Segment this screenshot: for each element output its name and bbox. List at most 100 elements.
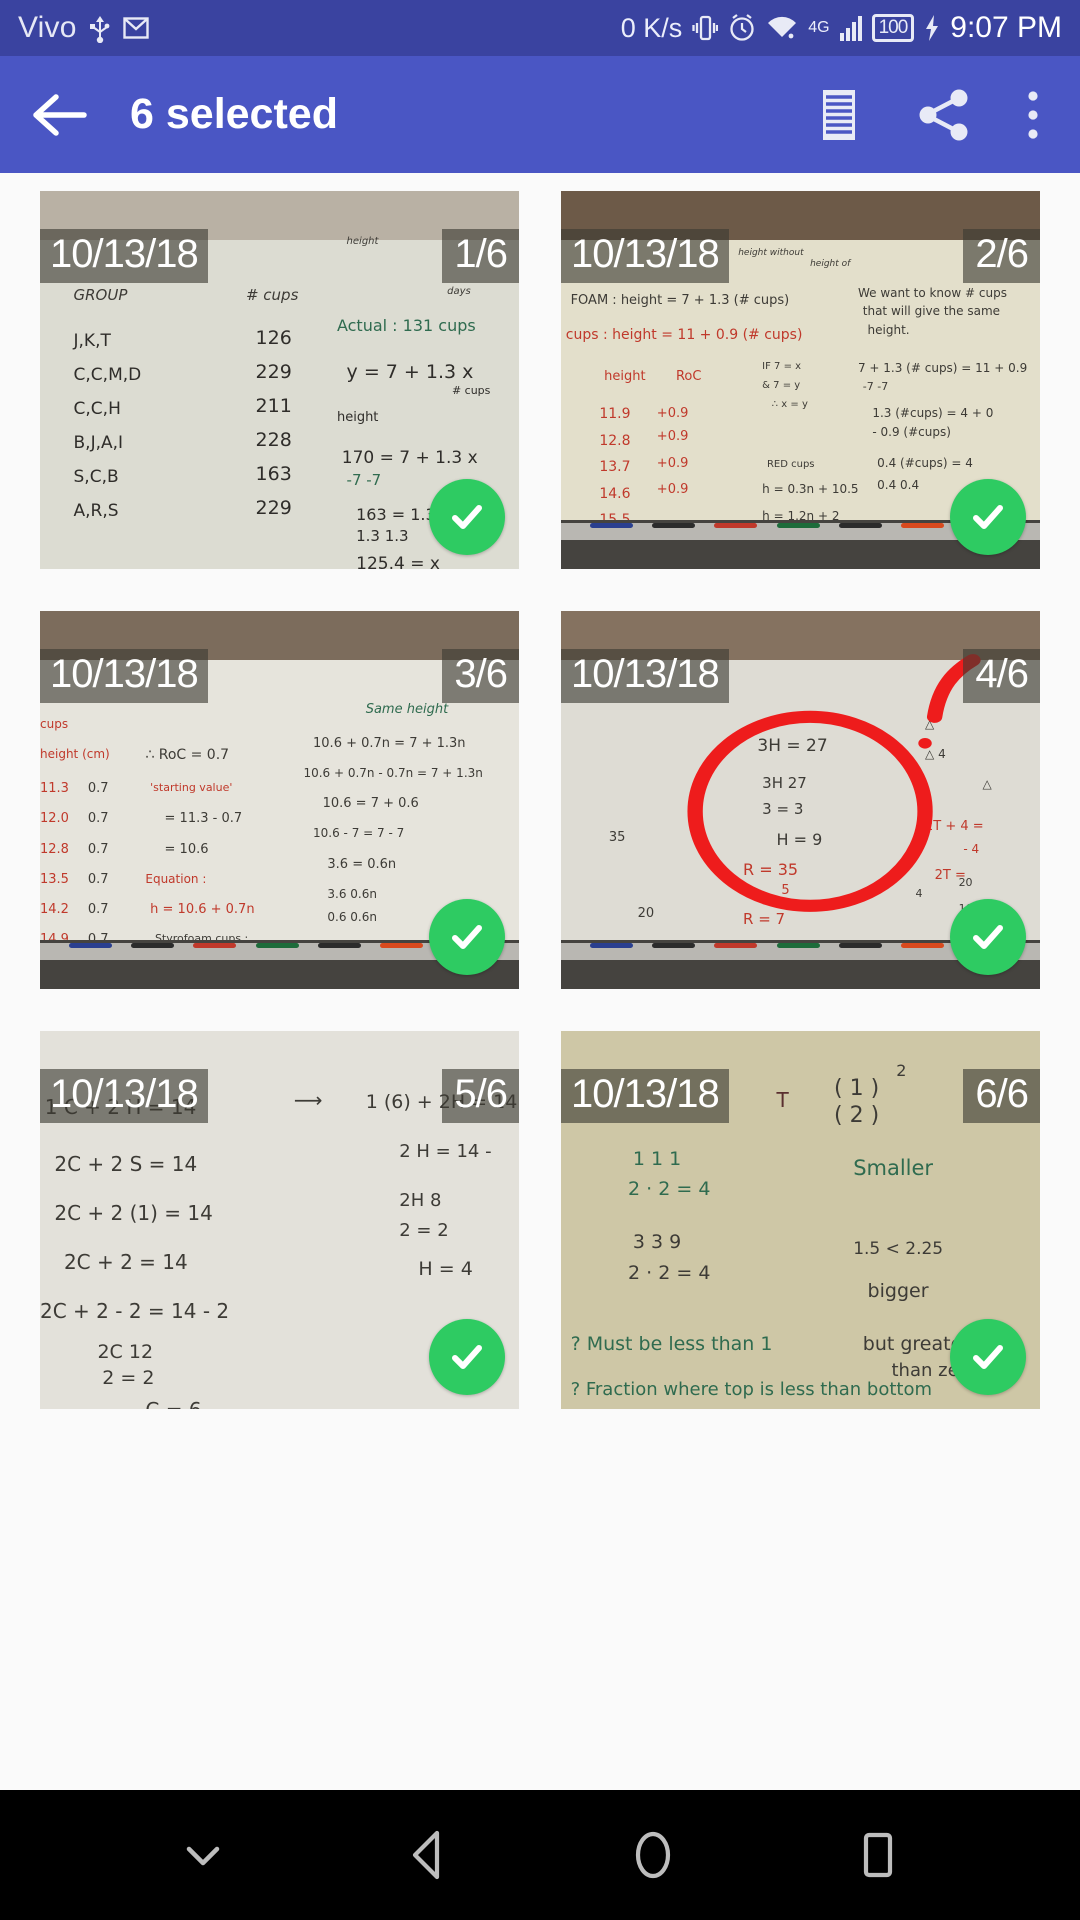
handwriting-note: ∴ RoC = 0.7 <box>145 747 230 764</box>
whiteboard-marker <box>776 523 820 528</box>
handwriting-note: Actual : 131 cups <box>336 315 476 335</box>
photo-thumbnail[interactable]: 1 C + 2 H = 14⟶1 (6) + 2H = 142C + 2 S =… <box>40 1031 519 1409</box>
overflow-menu-icon[interactable] <box>1024 87 1042 143</box>
handwriting-note: T <box>776 1087 789 1112</box>
handwriting-note: Smaller <box>853 1155 934 1180</box>
selection-check-icon[interactable] <box>429 479 505 555</box>
recents-nav-icon[interactable] <box>818 1795 938 1915</box>
handwriting-note: 0.7 <box>87 871 109 887</box>
handwriting-note: 10.6 - 7 = 7 - 7 <box>313 826 405 841</box>
status-bar-left: Vivo <box>18 11 149 45</box>
handwriting-note: 125.4 = x <box>356 553 440 569</box>
whiteboard-marker <box>714 523 758 528</box>
handwriting-note: 0.7 <box>87 841 109 857</box>
handwriting-note: C,C,H <box>73 398 121 419</box>
handwriting-note: 228 <box>255 429 292 452</box>
handwriting-note: 13.7 <box>599 459 631 476</box>
handwriting-note: 12.8 <box>40 841 69 857</box>
photo-thumbnail[interactable]: 35203H = 273H 27 3 = 3H = 9R = 355R = 74… <box>561 611 1040 989</box>
battery-level-label: 100 <box>878 17 909 38</box>
handwriting-note: h = 10.6 + 0.7n <box>150 902 255 918</box>
handwriting-note: 3.6 0.6n <box>327 886 377 901</box>
handwriting-note: GROUP <box>73 285 128 304</box>
handwriting-note: 0.7 <box>87 811 109 827</box>
handwriting-note: that will give the same <box>862 304 1001 319</box>
handwriting-note: height of <box>810 259 851 270</box>
photo-thumbnail[interactable]: cups height (cm) 11.3 0.7 12.0 0.7 12.8 0.7 13.5… <box>40 611 519 989</box>
photo-thumbnail[interactable]: height without height of FOAM : height = 7… <box>561 191 1040 569</box>
handwriting-note: 170 = 7 + 1.3 x <box>341 448 478 469</box>
handwriting-note: 229 <box>255 497 292 520</box>
whiteboard-marker <box>714 943 758 948</box>
handwriting-note: A,R,S <box>73 500 119 521</box>
back-nav-icon[interactable] <box>368 1795 488 1915</box>
app-bar-title: 6 selected <box>130 90 338 138</box>
photo-grid-item[interactable]: GROUP # cups J,K,T 126 C,C,M,D 229 C,C,H 211 B,J… <box>40 191 519 569</box>
system-navigation-bar <box>0 1790 1080 1920</box>
photo-date-label: 10/13/18 <box>561 1068 729 1123</box>
handwriting-note: +0.9 <box>656 482 689 498</box>
hide-keyboard-icon[interactable] <box>143 1795 263 1915</box>
handwriting-note: bigger <box>867 1280 929 1303</box>
whiteboard-marker <box>380 943 424 948</box>
handwriting-note: 14.6 <box>599 485 631 502</box>
handwriting-note: 7 + 1.3 (# cups) = 11 + 0.9 <box>857 361 1028 376</box>
share-icon[interactable] <box>916 87 972 143</box>
photo-date-label: 10/13/18 <box>40 228 208 283</box>
photo-grid-item[interactable]: 35203H = 273H 27 3 = 3H = 9R = 355R = 74… <box>561 611 1040 989</box>
handwriting-note: 163 <box>255 463 292 486</box>
handwriting-note: 2 H = 14 - <box>399 1140 492 1162</box>
photo-counter-label: 5/6 <box>442 1068 519 1123</box>
handwriting-note: cups : height = 11 + 0.9 (# cups) <box>565 327 803 344</box>
selection-check-icon[interactable] <box>950 479 1026 555</box>
handwriting-note: +0.9 <box>656 455 689 471</box>
whiteboard-marker <box>838 943 882 948</box>
handwriting-note: 2H 8 <box>399 1189 442 1211</box>
handwriting-note: ( 1 ) <box>834 1076 880 1102</box>
alarm-icon <box>728 13 756 43</box>
handwriting-note: 'starting value' <box>150 781 233 795</box>
back-arrow-icon[interactable] <box>30 92 88 138</box>
handwriting-note: ? Must be less than 1 <box>570 1333 773 1356</box>
photo-grid-item[interactable]: T ( 1 )( 2 ) 2 1 1 1 2 · 2 = 4 Smaller 3 3 9 2 … <box>561 1031 1040 1409</box>
handwriting-note: RoC <box>675 368 702 384</box>
whiteboard-marker <box>193 943 237 948</box>
selection-check-icon[interactable] <box>950 1319 1026 1395</box>
handwriting-note: height <box>346 236 379 248</box>
whiteboard-marker <box>901 943 945 948</box>
home-nav-icon[interactable] <box>593 1795 713 1915</box>
whiteboard-marker <box>901 523 945 528</box>
handwriting-note: 0.7 <box>87 902 109 918</box>
selection-check-icon[interactable] <box>950 899 1026 975</box>
whiteboard-marker <box>589 943 633 948</box>
list-view-icon[interactable] <box>814 87 864 143</box>
photo-thumbnail[interactable]: GROUP # cups J,K,T 126 C,C,M,D 229 C,C,H 211 B,J… <box>40 191 519 569</box>
handwriting-note: 126 <box>255 327 292 350</box>
network-speed-label: 0 K/s <box>620 12 683 43</box>
photo-counter-label: 6/6 <box>963 1068 1040 1123</box>
network-type-label: 4G <box>808 19 830 36</box>
handwriting-note: +0.9 <box>656 406 689 422</box>
handwriting-note: # cups <box>451 383 491 397</box>
handwriting-note: 1.3 (#cups) = 4 + 0 <box>872 406 994 421</box>
photo-grid-item[interactable]: 1 C + 2 H = 14⟶1 (6) + 2H = 142C + 2 S =… <box>40 1031 519 1409</box>
handwriting-note: Same height <box>365 701 449 717</box>
photo-date-label: 10/13/18 <box>40 648 208 703</box>
battery-indicator: 100 <box>871 14 915 42</box>
handwriting-note: 13.5 <box>40 871 69 887</box>
handwriting-note: ∴ x = y <box>771 398 808 410</box>
handwriting-note: 2C + 2 - 2 = 14 - 2 <box>40 1299 230 1324</box>
photo-grid: GROUP # cups J,K,T 126 C,C,M,D 229 C,C,H 211 B,J… <box>0 173 1080 1752</box>
photo-thumbnail[interactable]: T ( 1 )( 2 ) 2 1 1 1 2 · 2 = 4 Smaller 3 3 9 2 … <box>561 1031 1040 1409</box>
photo-grid-item[interactable]: height without height of FOAM : height = 7… <box>561 191 1040 569</box>
handwriting-note: 2 <box>896 1061 907 1081</box>
selection-check-icon[interactable] <box>429 1319 505 1395</box>
handwriting-note: +0.9 <box>656 429 689 445</box>
carrier-label: Vivo <box>18 11 77 44</box>
whiteboard-marker <box>131 943 175 948</box>
handwriting-note: 10.6 = 7 + 0.6 <box>322 796 419 812</box>
photo-grid-item[interactable]: cups height (cm) 11.3 0.7 12.0 0.7 12.8 0.7 13.5… <box>40 611 519 989</box>
handwriting-note: height <box>336 410 379 426</box>
selection-check-icon[interactable] <box>429 899 505 975</box>
handwriting-note: 211 <box>255 395 292 418</box>
